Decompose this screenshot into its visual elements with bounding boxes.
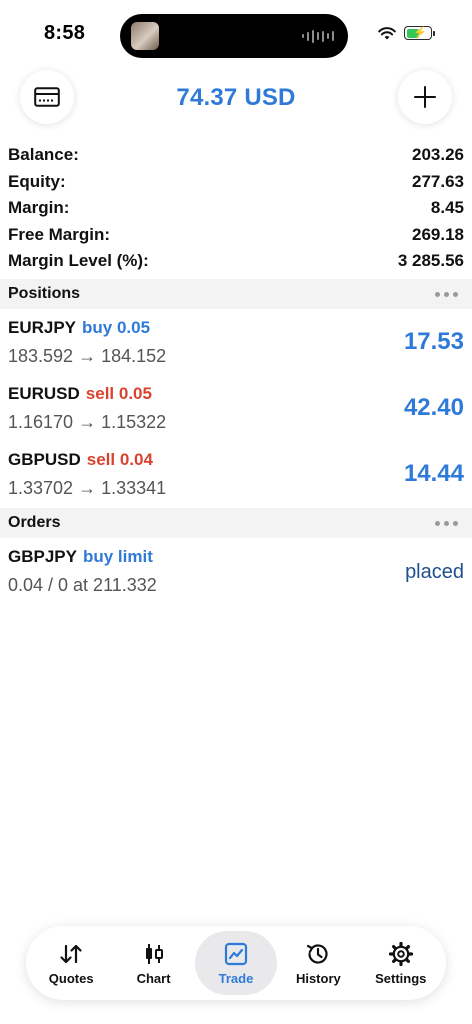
summary-row-margin: Margin: 8.45: [8, 195, 464, 222]
now-playing-artwork: [131, 22, 159, 50]
section-title: Positions: [8, 285, 81, 302]
position-symbol: EURUSD: [8, 384, 80, 403]
status-bar: 8:58 ⚡: [0, 0, 472, 64]
trade-chart-icon: [223, 941, 249, 967]
gear-icon: [388, 941, 414, 967]
order-symbol: GBPJPY: [8, 547, 77, 566]
tab-trade[interactable]: Trade: [194, 931, 277, 995]
position-side: buy 0.05: [82, 318, 151, 337]
section-title: Orders: [8, 514, 61, 531]
positions-section-header: Positions: [0, 279, 472, 309]
position-symbol: GBPUSD: [8, 450, 81, 469]
summary-value: 8.45: [430, 198, 464, 218]
charging-bolt-icon: ⚡: [413, 27, 427, 39]
summary-value: 203.26: [412, 145, 464, 165]
position-row[interactable]: EURUSD sell 0.05 1.16170 → 1.15322 42.40: [0, 378, 472, 444]
position-profit: 17.53: [403, 328, 464, 355]
history-icon: [305, 941, 331, 967]
tab-settings[interactable]: Settings: [360, 931, 442, 995]
candlestick-icon: [141, 941, 167, 967]
new-order-button[interactable]: [398, 70, 452, 124]
header: 74.37 USD: [0, 70, 472, 124]
order-status: placed: [405, 561, 464, 583]
position-symbol: EURJPY: [8, 318, 77, 337]
tab-chart[interactable]: Chart: [113, 931, 195, 995]
position-row[interactable]: GBPUSD sell 0.04 1.33702 → 1.33341 14.44: [0, 444, 472, 510]
tab-label: Trade: [218, 970, 254, 986]
position-prices: 1.33702 → 1.33341: [8, 478, 167, 498]
tab-label: Settings: [375, 970, 427, 986]
summary-row-free-margin: Free Margin: 269.18: [8, 222, 464, 249]
summary-value: 277.63: [412, 171, 464, 191]
tab-label: Quotes: [48, 970, 94, 986]
summary-row-balance: Balance: 203.26: [8, 142, 464, 169]
position-profit: 42.40: [403, 394, 464, 421]
orders-section-header: Orders: [0, 508, 472, 538]
position-profit: 14.44: [403, 460, 464, 487]
status-time: 8:58: [44, 22, 86, 44]
summary-label: Margin Level (%):: [8, 251, 149, 271]
summary-label: Free Margin:: [8, 224, 111, 244]
position-prices: 183.592 → 184.152: [8, 346, 167, 366]
account-summary: Balance: 203.26 Equity: 277.63 Margin: 8…: [8, 142, 464, 275]
summary-row-margin-level: Margin Level (%): 3 285.56: [8, 248, 464, 275]
more-icon[interactable]: [435, 291, 458, 297]
summary-label: Equity:: [8, 171, 66, 191]
tab-bar: Quotes Chart Trade History Settings: [26, 926, 446, 1000]
tab-label: History: [295, 970, 341, 986]
audio-waveform-icon: [302, 29, 334, 43]
sort-arrows-icon: [58, 941, 84, 967]
summary-value: 269.18: [412, 224, 464, 244]
summary-label: Margin:: [8, 198, 70, 218]
position-side: sell 0.04: [86, 450, 153, 469]
tab-label: Chart: [136, 970, 171, 986]
dynamic-island[interactable]: [120, 14, 348, 58]
order-details: 0.04 / 0 at 211.332: [8, 575, 157, 595]
position-row[interactable]: EURJPY buy 0.05 183.592 → 184.152 17.53: [0, 312, 472, 378]
tab-history[interactable]: History: [277, 931, 359, 995]
position-side: sell 0.05: [85, 384, 152, 403]
order-row[interactable]: GBPJPY buy limit 0.04 / 0 at 211.332 plac…: [0, 541, 472, 607]
status-icons: ⚡: [378, 26, 435, 40]
battery-icon: ⚡: [404, 26, 435, 40]
summary-label: Balance:: [8, 145, 79, 165]
order-type: buy limit: [82, 547, 153, 566]
tab-quotes[interactable]: Quotes: [30, 931, 112, 995]
wifi-icon: [378, 26, 396, 39]
plus-icon: [414, 86, 436, 108]
summary-row-equity: Equity: 277.63: [8, 169, 464, 196]
more-icon[interactable]: [435, 520, 458, 526]
summary-value: 3 285.56: [397, 251, 464, 271]
position-prices: 1.16170 → 1.15322: [8, 412, 167, 432]
